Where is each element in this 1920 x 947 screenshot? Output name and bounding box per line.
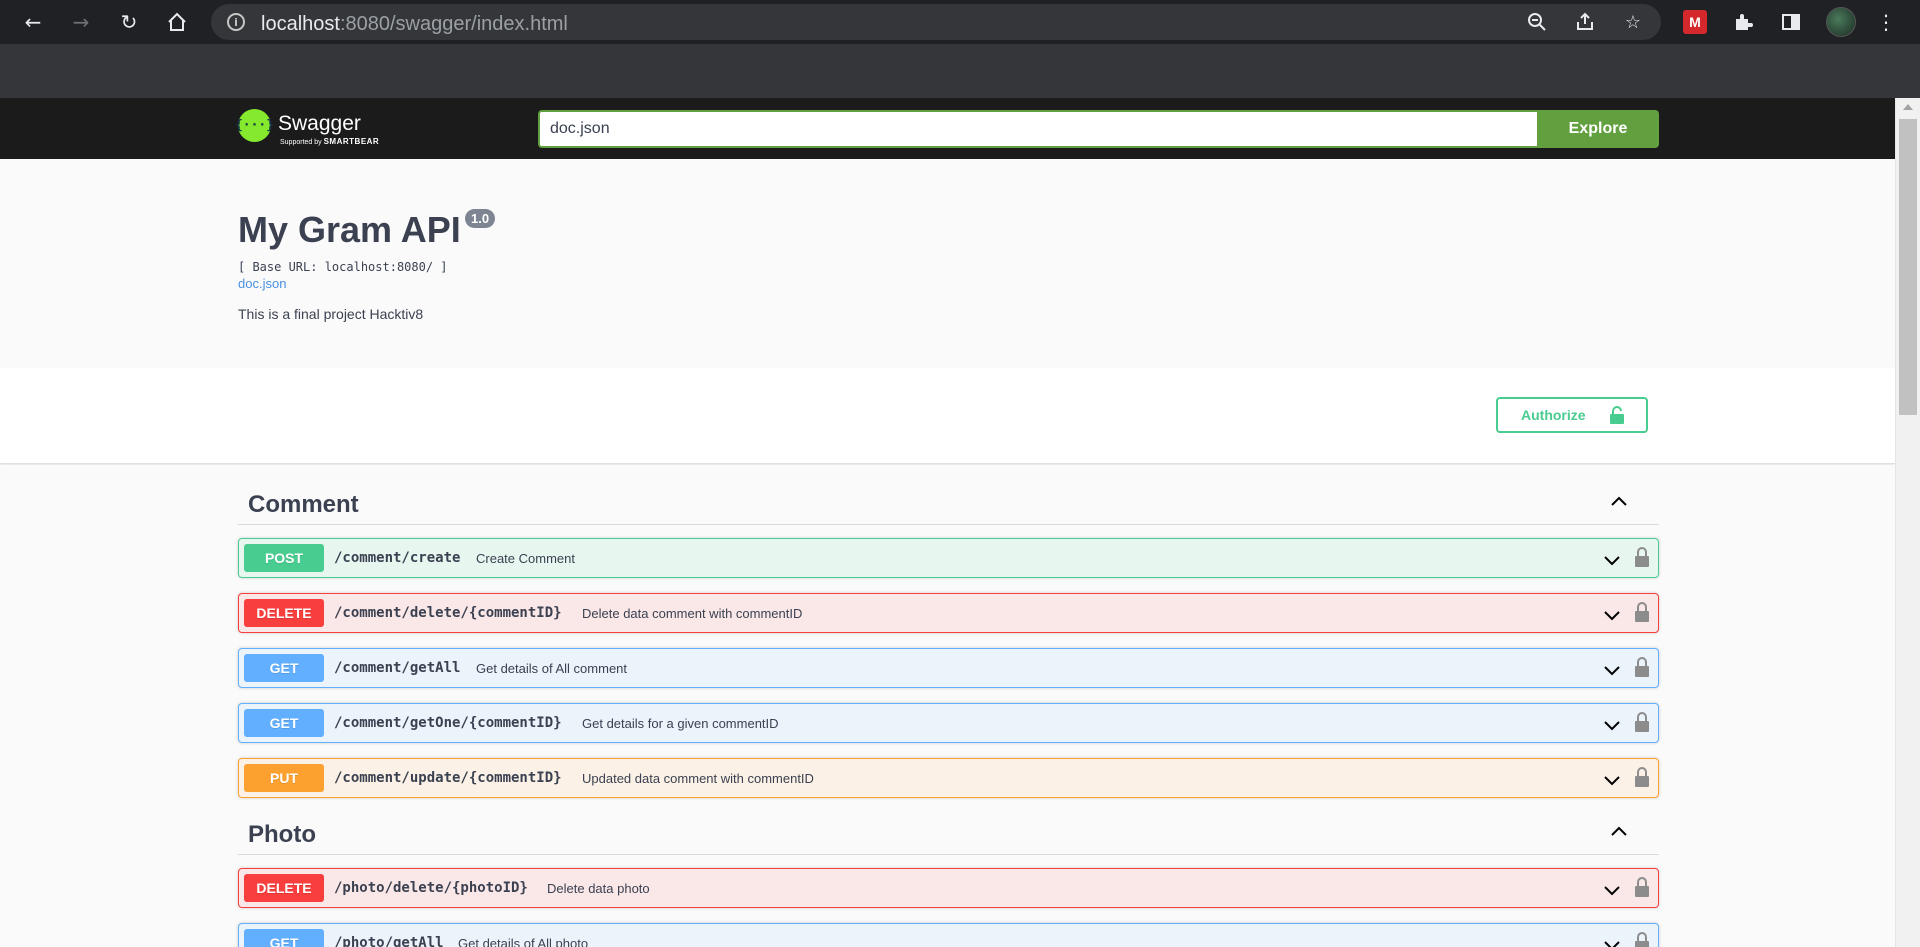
- logo-sub-prefix: Supported by: [280, 139, 324, 146]
- spec-url-input[interactable]: [538, 110, 1537, 148]
- version-badge: 1.0: [465, 209, 496, 228]
- auth-wrapper: Authorize: [0, 368, 1895, 464]
- method-badge: POST: [244, 544, 324, 572]
- method-badge: GET: [244, 654, 324, 682]
- swagger-topbar: {···} Swagger Supported by SMARTBEAR Exp…: [0, 98, 1895, 159]
- scrollbar-thumb[interactable]: [1899, 119, 1917, 415]
- method-badge: GET: [244, 929, 324, 947]
- logo-sub-brand: SMARTBEAR: [323, 137, 380, 146]
- api-description: This is a final project Hacktiv8: [238, 306, 424, 322]
- chevron-up-icon[interactable]: [1609, 491, 1629, 511]
- tag-header-comment[interactable]: Comment: [238, 481, 1659, 525]
- op-summary: Updated data comment with commentID: [582, 771, 814, 786]
- opblock-get-comment-getone[interactable]: GET /comment/getOne/{commentID} Get deta…: [238, 703, 1659, 743]
- browser-toolbar: ← → ↻ i localhost:8080/swagger/index.htm…: [0, 0, 1920, 44]
- base-url: [ Base URL: localhost:8080/ ]: [238, 260, 448, 274]
- op-path: /comment/getOne/{commentID}: [334, 715, 562, 731]
- url-host: localhost: [261, 13, 340, 35]
- extension-mendeley-icon[interactable]: M: [1683, 10, 1707, 34]
- site-info-icon[interactable]: i: [227, 13, 245, 31]
- op-path: /comment/update/{commentID}: [334, 770, 562, 786]
- side-panel-icon[interactable]: [1775, 6, 1807, 38]
- tag-title: Comment: [248, 491, 359, 518]
- op-path: /photo/delete/{photoID}: [334, 880, 528, 896]
- lock-icon[interactable]: [1635, 932, 1649, 947]
- swagger-logo-text: Swagger: [278, 112, 361, 135]
- op-path: /comment/delete/{commentID}: [334, 605, 562, 621]
- lock-icon[interactable]: [1635, 602, 1649, 622]
- opblock-get-comment-getall[interactable]: GET /comment/getAll Get details of All c…: [238, 648, 1659, 688]
- profile-avatar[interactable]: [1826, 7, 1856, 37]
- op-summary: Get details of All photo: [458, 936, 589, 947]
- op-path: /comment/create: [334, 550, 461, 566]
- url-text: localhost:8080/swagger/index.html: [261, 13, 568, 36]
- chevron-down-icon[interactable]: [1602, 880, 1622, 900]
- chevron-down-icon[interactable]: [1602, 770, 1622, 790]
- explore-button[interactable]: Explore: [1537, 110, 1659, 148]
- chevron-down-icon[interactable]: [1602, 605, 1622, 625]
- operations-section: Comment POST /comment/create Create Comm…: [0, 465, 1895, 947]
- chevron-down-icon[interactable]: [1602, 935, 1622, 947]
- home-icon[interactable]: [161, 6, 193, 38]
- op-path: /photo/getAll: [334, 935, 444, 947]
- lock-icon[interactable]: [1635, 767, 1649, 787]
- browser-menu-icon[interactable]: ⋮: [1870, 6, 1902, 38]
- swagger-logo-subtitle: Supported by SMARTBEAR: [280, 137, 379, 146]
- lock-icon[interactable]: [1635, 712, 1649, 732]
- tag-title: Photo: [248, 821, 316, 848]
- op-summary: Get details for a given commentID: [582, 716, 779, 731]
- chevron-down-icon[interactable]: [1602, 660, 1622, 680]
- lock-icon[interactable]: [1635, 657, 1649, 677]
- method-badge: DELETE: [244, 599, 324, 627]
- op-summary: Delete data comment with commentID: [582, 606, 803, 621]
- share-icon[interactable]: [1573, 10, 1597, 34]
- doc-json-link[interactable]: doc.json: [238, 276, 286, 291]
- opblock-put-comment-update[interactable]: PUT /comment/update/{commentID} Updated …: [238, 758, 1659, 798]
- op-summary: Create Comment: [476, 551, 575, 566]
- authorize-button[interactable]: Authorize: [1496, 397, 1648, 433]
- opblock-post-comment-create[interactable]: POST /comment/create Create Comment: [238, 538, 1659, 578]
- page-scrollbar[interactable]: [1895, 98, 1920, 947]
- swagger-logo-icon: {···}: [235, 109, 274, 142]
- zoom-icon[interactable]: [1525, 10, 1549, 34]
- op-summary: Delete data photo: [547, 881, 650, 896]
- browser-chrome: ← → ↻ i localhost:8080/swagger/index.htm…: [0, 0, 1920, 98]
- authorize-label: Authorize: [1521, 407, 1586, 423]
- scroll-up-arrow-icon[interactable]: [1903, 104, 1913, 110]
- swagger-logo[interactable]: {···} Swagger Supported by SMARTBEAR: [235, 109, 379, 149]
- chevron-down-icon[interactable]: [1602, 715, 1622, 735]
- page-viewport: {···} Swagger Supported by SMARTBEAR Exp…: [0, 98, 1920, 947]
- opblock-get-photo-getall[interactable]: GET /photo/getAll Get details of All pho…: [238, 923, 1659, 947]
- api-title: My Gram API: [238, 209, 461, 250]
- opblock-delete-photo[interactable]: DELETE /photo/delete/{photoID} Delete da…: [238, 868, 1659, 908]
- url-path: :8080/swagger/index.html: [339, 13, 568, 35]
- extensions-puzzle-icon[interactable]: [1727, 6, 1759, 38]
- lock-icon[interactable]: [1635, 547, 1649, 567]
- reload-icon[interactable]: ↻: [113, 6, 145, 38]
- op-summary: Get details of All comment: [476, 661, 628, 676]
- opblock-delete-comment[interactable]: DELETE /comment/delete/{commentID} Delet…: [238, 593, 1659, 633]
- back-icon[interactable]: ←: [17, 6, 49, 38]
- api-info: My Gram API 1.0 [ Base URL: localhost:80…: [0, 159, 1895, 368]
- lock-icon[interactable]: [1635, 877, 1649, 897]
- op-path: /comment/getAll: [334, 660, 461, 676]
- address-bar[interactable]: i localhost:8080/swagger/index.html ☆: [211, 4, 1661, 40]
- spec-url-form: Explore: [538, 110, 1659, 148]
- bookmark-star-icon[interactable]: ☆: [1621, 10, 1645, 34]
- forward-icon[interactable]: →: [65, 6, 97, 38]
- method-badge: PUT: [244, 764, 324, 792]
- chevron-down-icon[interactable]: [1602, 550, 1622, 570]
- tag-header-photo[interactable]: Photo: [238, 811, 1659, 855]
- method-badge: GET: [244, 709, 324, 737]
- method-badge: DELETE: [244, 874, 324, 902]
- unlocked-icon: [1610, 406, 1624, 424]
- chevron-up-icon[interactable]: [1609, 821, 1629, 841]
